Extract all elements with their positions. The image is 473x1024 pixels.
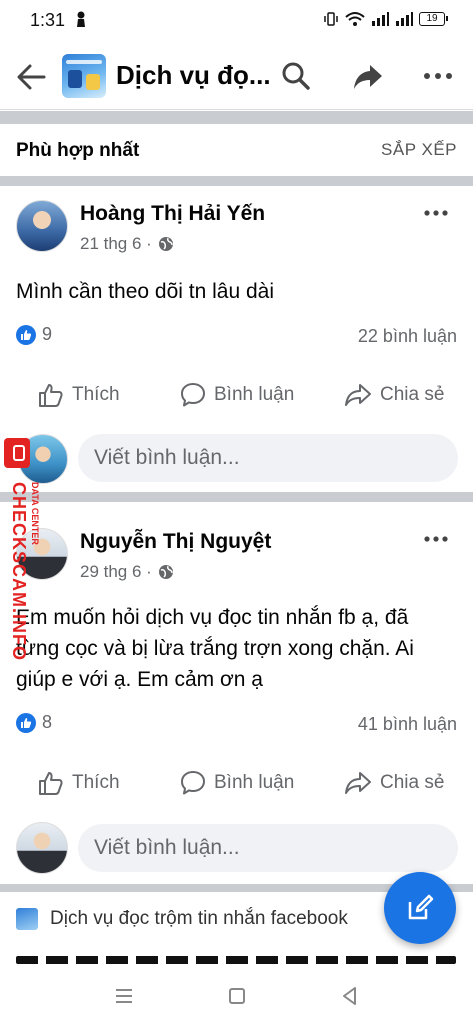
sort-row: Phù hợp nhất SẮP XẾP: [0, 124, 473, 176]
like-button[interactable]: Thích: [38, 770, 120, 796]
watermark-lock-icon: [4, 438, 30, 468]
home-icon[interactable]: [225, 984, 249, 1008]
app-bar: Dịch vụ đọ...: [0, 44, 473, 110]
comment-button[interactable]: Bình luận: [180, 382, 294, 408]
watermark: CHECKSCAM.INFO DATA CENTER: [0, 438, 40, 668]
like-reaction-icon: [16, 324, 36, 345]
more-options-icon[interactable]: [423, 534, 449, 544]
my-avatar[interactable]: [16, 822, 68, 874]
post-text: Mình cần theo dõi tn lâu dài: [16, 280, 275, 303]
share-icon[interactable]: [352, 60, 384, 92]
like-count: 9: [42, 324, 53, 344]
watermark-text: CHECKSCAM.INFO: [9, 482, 29, 661]
share-arrow-icon: [345, 384, 371, 406]
post-author[interactable]: Nguyễn Thị Nguyệt: [80, 530, 271, 554]
like-reaction-icon: [16, 712, 36, 733]
comment-icon: [181, 771, 205, 795]
post-date[interactable]: 29 thg 6 ·: [80, 562, 152, 582]
comment-count[interactable]: 22 bình luận: [358, 326, 457, 347]
post-date[interactable]: 21 thg 6 ·: [80, 234, 152, 254]
comment-label: Bình luận: [214, 384, 295, 405]
recent-apps-icon[interactable]: [112, 984, 136, 1008]
share-label: Chia sẻ: [380, 772, 445, 793]
signal-icon-2: [396, 12, 413, 26]
thumbs-up-icon: [39, 384, 63, 407]
more-options-icon[interactable]: [422, 60, 454, 92]
like-count: 8: [42, 712, 53, 732]
post-meta: 21 thg 6 ·: [80, 234, 174, 254]
share-button[interactable]: Chia sẻ: [344, 382, 444, 408]
comment-input[interactable]: Viết bình luận...: [78, 824, 458, 872]
share-arrow-icon: [345, 772, 371, 794]
cropped-text: [16, 956, 456, 964]
comment-icon: [181, 383, 205, 407]
watermark-subtext: DATA CENTER: [30, 482, 40, 545]
page-title[interactable]: Dịch vụ đọ...: [116, 60, 271, 91]
post-text: Em muốn hỏi dịch vụ đọc tin nhắn fb ạ, đ…: [16, 606, 414, 691]
shared-page-thumbnail: [16, 908, 38, 930]
post-author[interactable]: Hoàng Thị Hải Yến: [80, 202, 265, 226]
battery-icon: 19: [419, 12, 448, 26]
wifi-icon: [345, 12, 365, 26]
comment-count[interactable]: 41 bình luận: [358, 714, 457, 735]
reaction-summary[interactable]: 9: [16, 324, 52, 345]
status-time: 1:31: [30, 10, 66, 30]
comment-label: Bình luận: [214, 772, 295, 793]
vibrate-icon: [324, 12, 338, 26]
share-label: Chia sẻ: [380, 384, 445, 405]
back-arrow-icon[interactable]: [14, 60, 48, 94]
sort-title: Phù hợp nhất: [16, 140, 140, 161]
reaction-summary[interactable]: 8: [16, 712, 52, 733]
separator: [0, 492, 473, 502]
share-button[interactable]: Chia sẻ: [344, 770, 444, 796]
post-meta: 29 thg 6 ·: [80, 562, 174, 582]
search-icon[interactable]: [280, 60, 312, 92]
post-card: Hoàng Thị Hải Yến 21 thg 6 · Mình cần th…: [0, 186, 473, 492]
back-nav-icon[interactable]: [338, 984, 362, 1008]
thumbs-up-icon: [39, 772, 63, 795]
like-label: Thích: [72, 384, 120, 405]
status-bar: 1:31 19: [0, 0, 473, 44]
signal-icon: [372, 12, 389, 26]
post-card: Nguyễn Thị Nguyệt 29 thg 6 · Em muốn hỏi…: [0, 502, 473, 880]
separator: [0, 176, 473, 186]
edit-icon: [408, 894, 434, 920]
like-label: Thích: [72, 772, 120, 793]
sort-button[interactable]: SẮP XẾP: [381, 140, 457, 160]
status-icons: 19: [323, 11, 448, 27]
shared-post-title: Dịch vụ đọc trộm tin nhắn facebook: [50, 908, 348, 929]
comment-button[interactable]: Bình luận: [180, 770, 294, 796]
globe-icon: [158, 565, 173, 579]
page-avatar[interactable]: [62, 54, 106, 98]
separator: [0, 111, 473, 124]
like-button[interactable]: Thích: [38, 382, 120, 408]
system-nav-bar: [0, 970, 473, 1024]
more-options-icon[interactable]: [423, 208, 449, 218]
write-post-button[interactable]: [384, 872, 456, 944]
person-status-icon: [77, 11, 85, 27]
avatar[interactable]: [16, 200, 68, 252]
globe-icon: [158, 237, 173, 251]
comment-input[interactable]: Viết bình luận...: [78, 434, 458, 482]
